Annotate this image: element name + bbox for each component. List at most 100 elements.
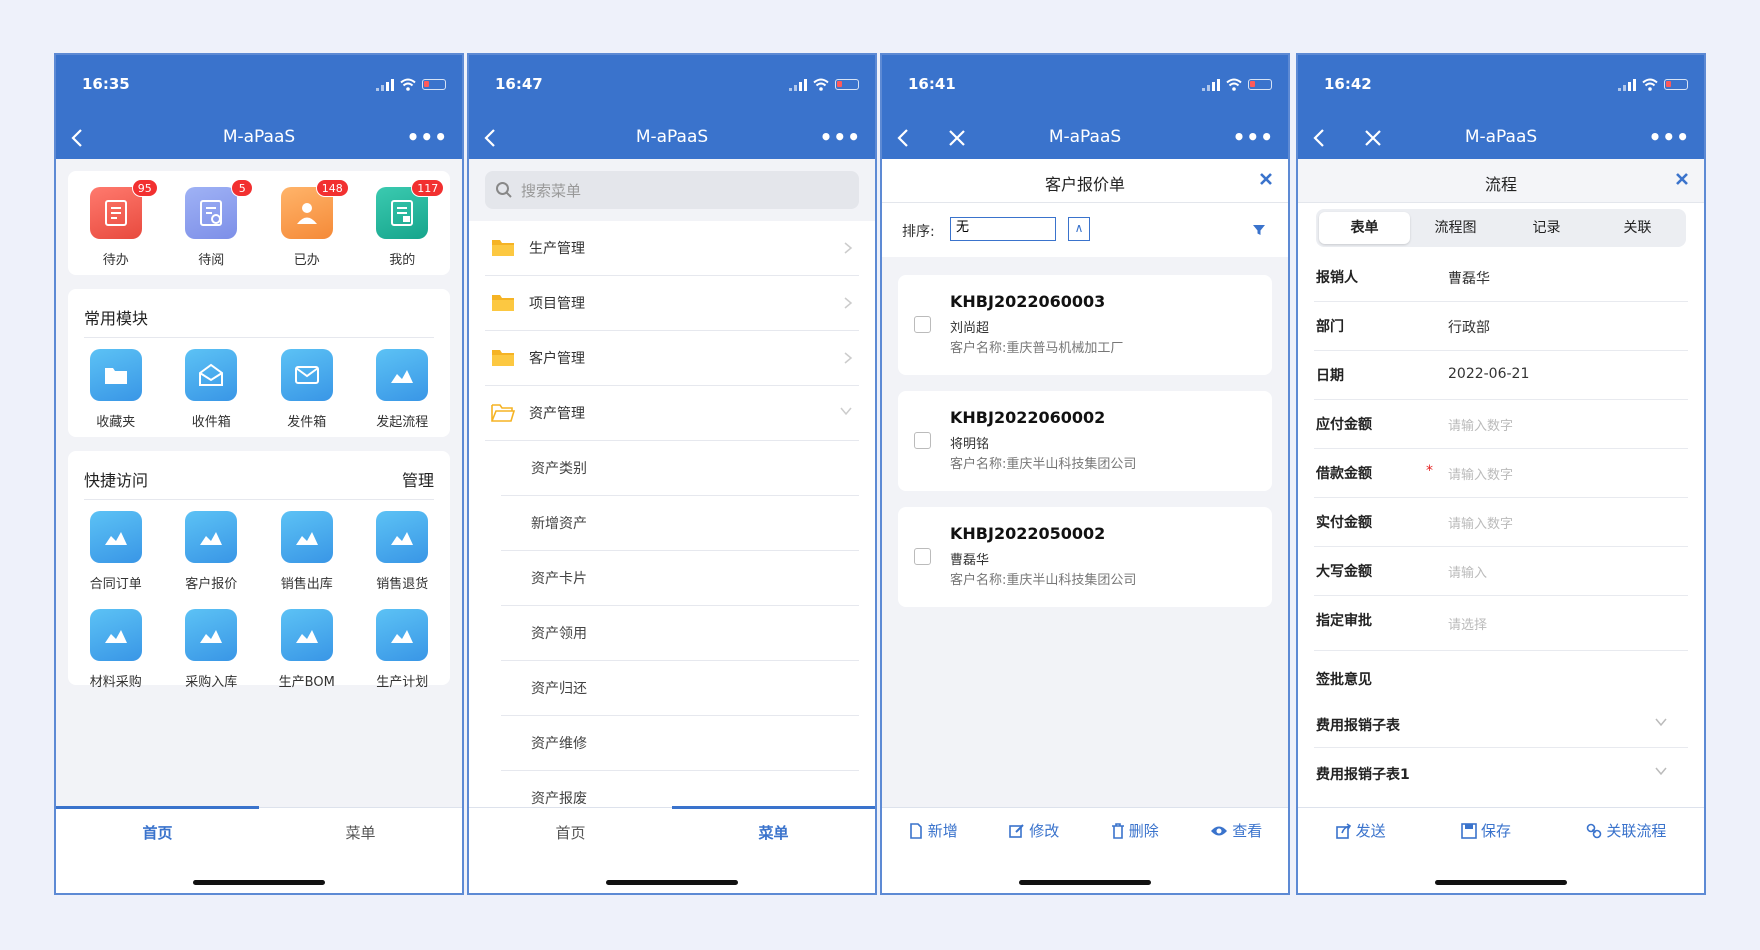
wifi-icon [813,78,829,91]
submenu-item[interactable]: 资产类别 [469,441,875,496]
toread-icon: 5 [185,179,254,239]
view-button[interactable]: 查看 [1210,820,1262,841]
submenu-item[interactable]: 资产领用 [469,606,875,661]
sort-bar: 排序: 无 ∧ [882,203,1288,257]
submenu-item[interactable]: 新增资产 [469,496,875,551]
row-checkbox[interactable] [914,316,931,333]
form-row-opinion[interactable]: 签批意见 [1298,651,1704,699]
more-icon[interactable]: ••• [407,125,448,149]
todo-card: 95 待办 5 待阅 148 已办 117 我的 [68,171,450,275]
more-icon[interactable]: ••• [1233,125,1274,149]
entry-mine[interactable]: 117 我的 [355,179,451,268]
quick-item[interactable]: 生产BOM [259,609,355,690]
status-bar: 16:42 [1298,55,1704,117]
quick-item[interactable]: 材料采购 [68,609,164,690]
quote-card[interactable]: KHBJ2022060003 刘尚超 客户名称:重庆普马机械加工厂 [898,275,1272,375]
tab-related[interactable]: 关联 [1592,212,1683,244]
submenu-item[interactable]: 资产维修 [469,716,875,771]
status-bar: 16:35 [56,55,462,117]
todo-badge: 95 [131,179,158,197]
tab-home[interactable]: 首页 [56,822,259,843]
row-checkbox[interactable] [914,432,931,449]
tab-home[interactable]: 首页 [469,822,672,843]
chart-icon [376,511,429,563]
quote-card[interactable]: KHBJ2022050002 曹磊华 客户名称:重庆半山科技集团公司 [898,507,1272,607]
quick-item[interactable]: 销售退货 [355,511,451,592]
menu-list: 生产管理 项目管理 客户管理 资产管理 资产类别 新增资产 资产卡片 资产领用 … [469,221,875,826]
form-row-subtable[interactable]: 费用报销子表 [1298,699,1704,748]
tab-menu[interactable]: 菜单 [672,822,875,843]
phone-process-form: 16:42 M-aPaaS ••• 流程 表单 流程图 记录 关联 报销人 曹磊华… [1296,53,1706,895]
quick-access-manage[interactable]: 管理 [402,467,434,491]
sort-direction-button[interactable]: ∧ [1068,217,1090,241]
segment-bar: 表单 流程图 记录 关联 [1298,203,1704,253]
module-inbox[interactable]: 收件箱 [164,349,260,430]
save-icon [1461,822,1477,839]
entry-todo[interactable]: 95 待办 [68,179,164,268]
entry-toread[interactable]: 5 待阅 [164,179,260,268]
quick-item[interactable]: 合同订单 [68,511,164,592]
uppercase-input[interactable]: 请输入 [1448,562,1487,581]
payable-input[interactable]: 请输入数字 [1448,415,1513,434]
menu-item[interactable]: 项目管理 [469,276,875,331]
link-icon [1587,823,1602,838]
folder-icon [492,295,514,311]
required-mark: * [1426,463,1433,479]
tab-menu[interactable]: 菜单 [259,822,462,843]
menu-item[interactable]: 客户管理 [469,331,875,386]
link-process-button[interactable]: 关联流程 [1586,820,1666,841]
form-row-department: 部门 行政部 [1298,302,1704,351]
more-icon[interactable]: ••• [820,125,861,149]
module-outbox[interactable]: 发件箱 [259,349,355,430]
approver-select[interactable]: 请选择 [1448,614,1487,633]
sort-select[interactable]: 无 [950,217,1056,241]
submenu-item[interactable]: 资产归还 [469,661,875,716]
form-row-subtable1[interactable]: 费用报销子表1 [1298,748,1704,797]
form-row-approver: 指定审批 请选择 [1298,596,1704,651]
menu-item[interactable]: 生产管理 [469,221,875,276]
chevron-right-icon [844,242,853,254]
tab-flowchart[interactable]: 流程图 [1410,212,1501,244]
todo-label: 待办 [102,253,129,268]
actual-input[interactable]: 请输入数字 [1448,513,1513,532]
share-icon [1335,822,1351,839]
eye-icon [1211,826,1228,835]
mine-badge: 117 [411,179,445,197]
chevron-right-icon [844,352,853,364]
quick-item[interactable]: 生产计划 [355,609,451,690]
form-row-loan: 借款金额 * 请输入数字 [1298,449,1704,498]
chart-icon [376,609,429,661]
tab-form[interactable]: 表单 [1319,212,1410,244]
phone-menu: 16:47 M-aPaaS ••• 搜索菜单 生产管理 项目管理 客户管理 资产… [467,53,877,895]
nav-bar: M-aPaaS ••• [882,117,1288,159]
close-icon[interactable] [1674,171,1690,187]
sheet-title: 流程 [1484,175,1517,194]
quote-card[interactable]: KHBJ2022060002 将明铭 客户名称:重庆半山科技集团公司 [898,391,1272,491]
module-start-flow[interactable]: 发起流程 [355,349,451,430]
quick-item[interactable]: 采购入库 [164,609,260,690]
nav-bar: M-aPaaS ••• [56,117,462,159]
send-button[interactable]: 发送 [1335,820,1386,841]
filter-icon[interactable] [1252,223,1266,237]
close-icon[interactable] [1258,171,1274,187]
mine-label: 我的 [389,253,416,268]
status-time: 16:47 [495,75,543,93]
module-favorites[interactable]: 收藏夹 [68,349,164,430]
row-checkbox[interactable] [914,548,931,565]
delete-button[interactable]: 删除 [1111,820,1159,841]
signal-icon [1202,78,1220,91]
save-button[interactable]: 保存 [1461,820,1511,841]
submenu-item[interactable]: 资产卡片 [469,551,875,606]
quick-item[interactable]: 销售出库 [259,511,355,592]
search-input[interactable]: 搜索菜单 [485,171,859,209]
status-time: 16:42 [1324,75,1372,93]
more-icon[interactable]: ••• [1649,125,1690,149]
menu-item-expanded[interactable]: 资产管理 [469,386,875,441]
quick-item[interactable]: 客户报价 [164,511,260,592]
tab-bar: 首页 菜单 [469,806,875,893]
edit-button[interactable]: 修改 [1009,820,1059,841]
tab-records[interactable]: 记录 [1501,212,1592,244]
loan-input[interactable]: 请输入数字 [1448,464,1513,483]
entry-done[interactable]: 148 已办 [259,179,355,268]
add-button[interactable]: 新增 [908,820,958,841]
